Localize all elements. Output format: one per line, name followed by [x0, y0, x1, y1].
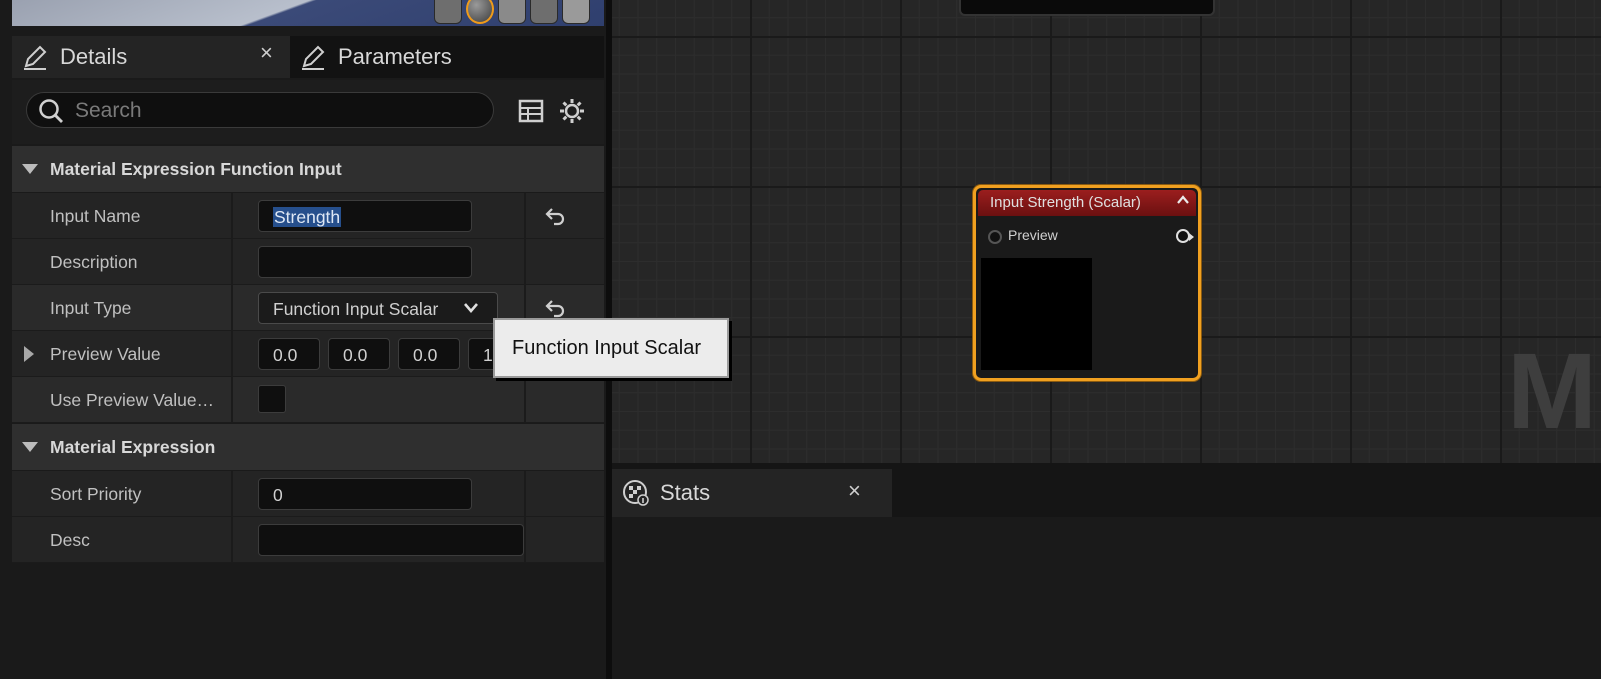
property-label: Use Preview Value… [50, 390, 215, 410]
close-icon[interactable]: × [260, 40, 273, 66]
plane-preview-button[interactable] [498, 0, 526, 24]
preview-input-pin[interactable] [988, 230, 1002, 244]
description-field[interactable] [258, 246, 472, 278]
reset-to-default-icon[interactable] [543, 203, 567, 227]
column-divider[interactable] [231, 331, 233, 377]
details-pencil-icon [24, 45, 47, 70]
collapse-chevron-icon[interactable] [1176, 194, 1190, 206]
table-view-icon[interactable] [518, 98, 544, 124]
property-label: Description [50, 252, 138, 272]
tab-details[interactable]: Details × [12, 36, 290, 78]
column-divider[interactable] [231, 193, 233, 239]
node-title: Input Strength (Scalar) [990, 194, 1141, 211]
property-label: Input Type [50, 298, 132, 318]
parameters-pencil-icon [302, 45, 325, 70]
property-row-description: Description [12, 239, 604, 285]
preview-value-b-field[interactable]: 0.0 [398, 338, 460, 370]
category-title: Material Expression [50, 437, 216, 457]
column-divider [524, 517, 526, 563]
input-type-value: Function Input Scalar [273, 299, 439, 319]
column-divider[interactable] [231, 239, 233, 285]
desc-field[interactable] [258, 524, 524, 556]
property-row-sort-priority: Sort Priority 0 [12, 471, 604, 517]
property-row-use-preview-value: Use Preview Value… [12, 377, 604, 423]
cylinder-preview-button[interactable] [434, 0, 462, 24]
property-label: Sort Priority [50, 484, 142, 504]
custom-mesh-preview-button[interactable] [562, 0, 590, 24]
tab-stats[interactable]: Stats × [612, 469, 892, 517]
expand-arrow-icon [22, 164, 38, 174]
stats-icon [623, 480, 649, 506]
preview-value-r-field[interactable]: 0.0 [258, 338, 320, 370]
tab-parameters-label: Parameters [338, 44, 452, 69]
close-icon[interactable]: × [848, 478, 861, 504]
tab-parameters[interactable]: Parameters [290, 36, 520, 78]
search-row [12, 80, 604, 144]
output-pin[interactable] [1176, 229, 1190, 243]
column-divider [524, 377, 526, 423]
input-strength-node[interactable]: Input Strength (Scalar) Preview [973, 185, 1201, 381]
tooltip-text: Function Input Scalar [512, 337, 701, 359]
property-row-input-name: Input Name Strength [12, 193, 604, 239]
tab-stats-label: Stats [660, 480, 711, 505]
input-type-dropdown[interactable]: Function Input Scalar [258, 292, 498, 324]
column-divider[interactable] [231, 471, 233, 517]
property-label: Preview Value [50, 344, 161, 364]
property-label: Input Name [50, 206, 141, 226]
property-row-desc: Desc [12, 517, 604, 563]
expand-arrow-icon[interactable] [24, 346, 34, 362]
property-label: Desc [50, 530, 90, 550]
sort-priority-field[interactable]: 0 [258, 478, 472, 510]
tab-details-label: Details [60, 44, 128, 69]
output-pin-arrow-icon [1189, 233, 1194, 241]
search-input[interactable] [73, 97, 477, 125]
reset-to-default-icon[interactable] [543, 295, 567, 319]
gear-icon[interactable] [558, 97, 586, 125]
category-title: Material Expression Function Input [50, 159, 342, 179]
graph-node-partial[interactable] [959, 0, 1215, 16]
pin-label: Preview [1008, 227, 1058, 243]
node-header[interactable]: Input Strength (Scalar) [978, 190, 1196, 216]
column-divider [524, 471, 526, 517]
chevron-down-icon [464, 303, 478, 313]
material-preview-viewport[interactable] [12, 0, 604, 26]
search-box[interactable] [26, 92, 494, 128]
use-preview-value-checkbox[interactable] [258, 385, 286, 413]
stats-content [612, 517, 1601, 679]
node-preview-thumbnail [981, 258, 1092, 370]
category-material-expression[interactable]: Material Expression [12, 424, 604, 470]
column-divider [524, 193, 526, 239]
category-material-expression-function-input[interactable]: Material Expression Function Input [12, 146, 604, 192]
column-divider [524, 239, 526, 285]
column-divider[interactable] [231, 517, 233, 563]
input-name-value: Strength [273, 207, 342, 227]
expand-arrow-icon [22, 442, 38, 452]
search-icon [39, 99, 63, 123]
sphere-preview-button[interactable] [466, 0, 494, 24]
column-divider[interactable] [231, 377, 233, 423]
preview-value-g-field[interactable]: 0.0 [328, 338, 390, 370]
tooltip: Function Input Scalar [493, 318, 729, 378]
cube-preview-button[interactable] [530, 0, 558, 24]
column-divider[interactable] [231, 285, 233, 331]
graph-watermark: MA [1507, 330, 1601, 451]
input-name-field[interactable]: Strength [258, 200, 472, 232]
